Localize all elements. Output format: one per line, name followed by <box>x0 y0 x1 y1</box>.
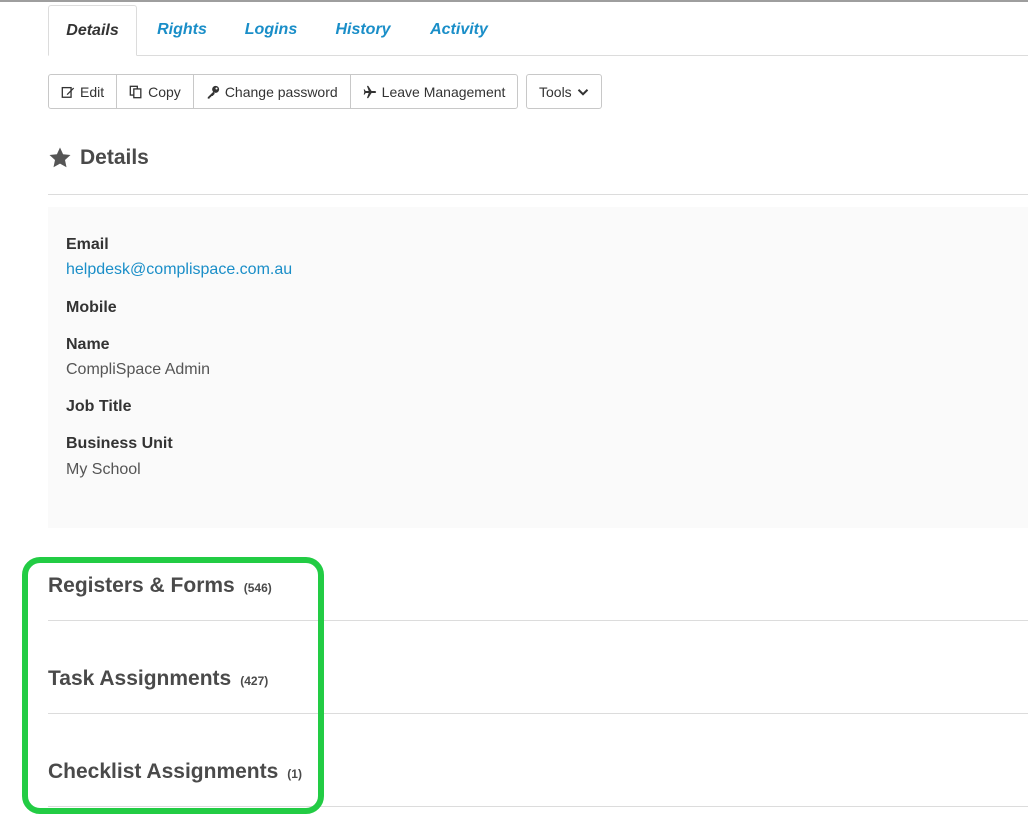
copy-icon <box>129 85 142 98</box>
task-assignments-section[interactable]: Task Assignments (427) <box>48 667 268 691</box>
key-icon <box>207 85 219 99</box>
email-value[interactable]: helpdesk@complispace.com.au <box>66 261 292 279</box>
copy-button[interactable]: Copy <box>116 74 194 109</box>
business-unit-label: Business Unit <box>66 435 173 452</box>
registers-divider <box>48 620 1028 621</box>
details-title: Details <box>80 146 149 169</box>
task-divider <box>48 713 1028 714</box>
tools-label: Tools <box>539 83 572 100</box>
mobile-label: Mobile <box>66 299 117 316</box>
edit-button[interactable]: Edit <box>48 74 118 109</box>
name-label: Name <box>66 336 110 353</box>
checklist-assignments-section[interactable]: Checklist Assignments (1) <box>48 760 302 784</box>
edit-icon <box>61 86 75 98</box>
details-divider <box>48 194 1028 195</box>
tab-activity[interactable]: Activity <box>418 5 500 56</box>
name-value: CompliSpace Admin <box>66 361 211 378</box>
checklist-assignments-count: (1) <box>287 767 302 781</box>
tools-dropdown-button[interactable]: Tools <box>526 74 602 109</box>
change-password-label: Change password <box>224 83 338 100</box>
edit-label: Edit <box>80 83 105 100</box>
details-heading: Details <box>48 146 149 170</box>
email-label: Email <box>66 236 109 253</box>
change-password-button[interactable]: Change password <box>192 74 351 109</box>
checklist-assignments-title: Checklist Assignments <box>48 760 279 783</box>
task-assignments-title: Task Assignments <box>48 667 232 690</box>
tab-rights[interactable]: Rights <box>146 5 218 56</box>
job-title-label: Job Title <box>66 398 132 415</box>
plane-icon <box>363 85 376 98</box>
star-icon <box>49 147 71 168</box>
registers-forms-section[interactable]: Registers & Forms (546) <box>48 574 272 598</box>
action-button-group: Edit Copy Change password Leave Manageme… <box>48 74 519 109</box>
checklist-divider <box>48 806 1028 807</box>
registers-forms-title: Registers & Forms <box>48 574 235 597</box>
copy-label: Copy <box>148 83 181 100</box>
tab-details[interactable]: Details <box>48 5 137 56</box>
leave-management-button[interactable]: Leave Management <box>349 74 519 109</box>
tab-history[interactable]: History <box>324 5 402 56</box>
tab-bar: Details Rights Logins History Activity <box>48 5 1028 56</box>
business-unit-value: My School <box>66 461 141 478</box>
registers-forms-count: (546) <box>243 581 272 595</box>
chevron-down-icon <box>577 88 588 96</box>
leave-management-label: Leave Management <box>381 83 506 100</box>
tab-logins[interactable]: Logins <box>234 5 308 56</box>
top-border <box>0 0 1028 2</box>
task-assignments-count: (427) <box>240 674 269 688</box>
